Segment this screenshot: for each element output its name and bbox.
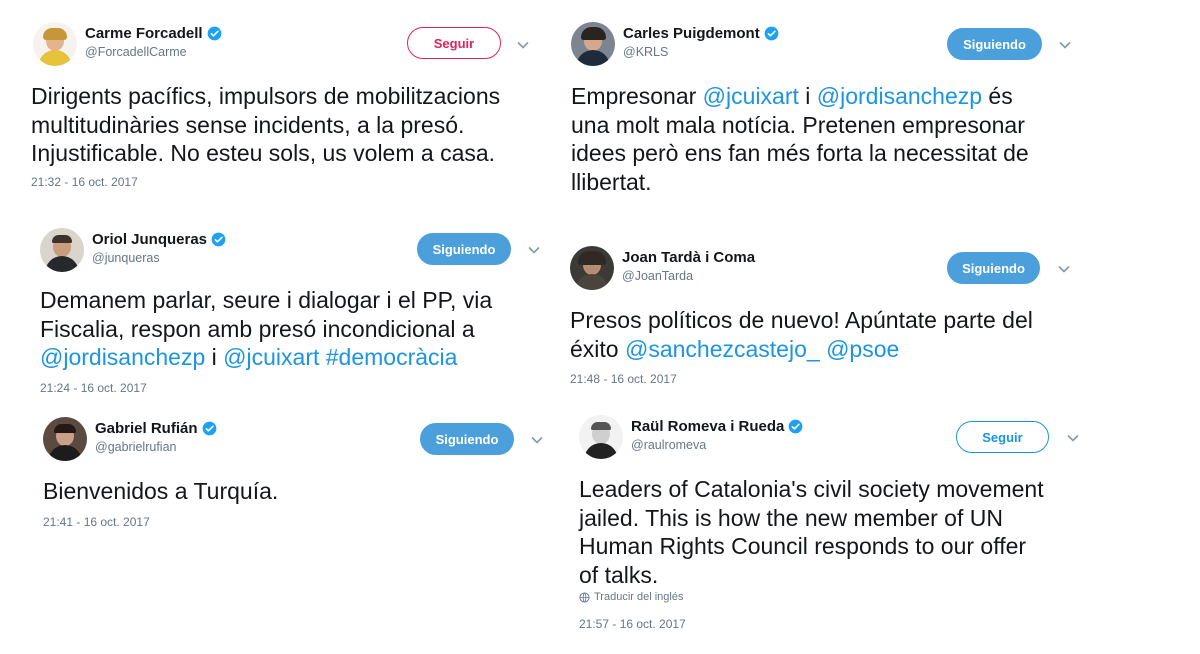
timestamp[interactable]: 21:32 - 16 oct. 2017 [31,175,138,189]
text-segment: of talks. [579,561,659,588]
tweet-carles-puigdemont: Carles Puigdemont @KRLS Siguiendo Empres… [571,22,1091,202]
hashtag-link[interactable]: #democràcia [326,344,458,370]
following-button[interactable]: Siguiendo [947,28,1042,60]
text-segment: Leaders of Catalonia's civil society mov… [579,476,1044,502]
text-segment: llibertat. [571,168,652,195]
mention-link[interactable]: @jcuixart [703,83,799,109]
text-segment: i [798,83,817,109]
mention-link[interactable]: @jordisanchezp [40,344,205,370]
author-name[interactable]: Gabriel Rufián [95,420,198,437]
author-handle[interactable]: @JoanTarda [622,269,693,283]
following-button[interactable]: Siguiendo [417,233,511,265]
text-segment: Bienvenidos a Turquía. [43,478,279,504]
tweet-text: Bienvenidos a Turquía. [43,477,278,506]
author-name[interactable]: Carles Puigdemont [623,25,760,42]
following-button[interactable]: Siguiendo [947,252,1040,284]
avatar[interactable] [40,228,84,272]
avatar[interactable] [571,22,615,66]
tweet-oriol-junqueras: Oriol Junqueras @junqueras Siguiendo Dem… [40,228,550,398]
author-handle[interactable]: @gabrielrufian [95,440,176,454]
tweet-text-line: Leaders of Catalonia's civil society mov… [579,475,1044,504]
text-segment: jailed. This is how the new member of UN [579,504,1003,531]
author-handle[interactable]: @junqueras [92,251,160,265]
text-segment: éxito [570,335,625,362]
chevron-down-icon[interactable] [1058,38,1072,52]
author-handle[interactable]: @ForcadellCarme [85,45,187,59]
tweet-text-line: @jordisanchezp i @jcuixart #democràcia [40,343,492,372]
tweet-text: Dirigents pacífics, impulsors de mobilit… [31,82,500,168]
tweet-text-line: of talks. [579,561,1044,590]
text-segment: Demanem parlar, seure i dialogar i el PP… [40,287,493,313]
mention-link[interactable]: @sanchezcastejo_ [625,336,820,362]
tweet-text-line: idees però ens fan més forta la necessit… [571,139,1029,168]
avatar[interactable] [579,415,623,459]
text-segment: Dirigents pacífics, impulsors de mobilit… [31,83,501,109]
author-handle[interactable]: @raulromeva [631,438,706,452]
timestamp[interactable]: 21:48 - 16 oct. 2017 [570,372,677,386]
tweet-text-line: Bienvenidos a Turquía. [43,477,278,506]
author-handle[interactable]: @KRLS [623,45,668,59]
text-segment: idees però ens fan més forta la necessit… [571,140,1029,166]
text-segment: una molt mala notícia. Pretenen empreson… [571,111,1025,138]
verified-badge-icon [202,421,216,436]
tweet-text: Leaders of Catalonia's civil society mov… [579,475,1044,589]
verified-badge-icon [207,26,221,41]
author-name[interactable]: Raül Romeva i Rueda [631,418,784,435]
author-name[interactable]: Joan Tardà i Coma [622,249,755,266]
author-name[interactable]: Oriol Junqueras [92,231,207,248]
translate-label: Traducir del inglés [594,591,684,603]
follow-button[interactable]: Seguir [407,27,501,59]
tweet-text-line: Fiscalia, respon amb presó incondicional… [40,315,492,344]
tweet-text-line: éxito @sanchezcastejo_ @psoe [570,335,1033,364]
tweet-text-line: multitudinàries sense incidents, a la pr… [31,111,500,140]
chevron-down-icon[interactable] [527,243,541,257]
tweet-text: Presos políticos de nuevo! Apúntate part… [570,306,1033,363]
verified-badge-icon [211,232,226,247]
author-name[interactable]: Carme Forcadell [85,25,203,42]
tweet-text-line: una molt mala notícia. Pretenen empreson… [571,111,1029,140]
verified-badge-icon [764,26,779,41]
timestamp[interactable]: 21:57 - 16 oct. 2017 [579,617,686,631]
tweet-raul-romeva: Raül Romeva i Rueda @raulromeva Seguir L… [579,415,1089,645]
following-button[interactable]: Siguiendo [420,423,514,455]
text-segment: i [205,344,224,370]
chevron-down-icon[interactable] [530,433,544,447]
mention-link[interactable]: @psoe [826,336,899,362]
tweet-gabriel-rufian: Gabriel Rufián @gabrielrufian Siguiendo … [43,417,553,537]
timestamp[interactable]: 21:41 - 16 oct. 2017 [43,515,150,529]
tweet-text-line: Presos políticos de nuevo! Apúntate part… [570,306,1033,335]
translate-link[interactable]: Traducir del inglés [579,591,683,603]
tweet-text: Demanem parlar, seure i dialogar i el PP… [40,286,492,372]
text-segment: Injustificable. No esteu sols, us volem … [31,140,496,166]
text-segment: Fiscalia, respon amb presó incondicional… [40,315,475,342]
timestamp[interactable]: 21:24 - 16 oct. 2017 [40,381,147,395]
tweet-carme-forcadell: Carme Forcadell @ForcadellCarme Seguir D… [31,22,543,202]
tweet-text-line: Demanem parlar, seure i dialogar i el PP… [40,286,492,315]
tweet-text: Empresonar @jcuixart i @jordisanchezp és… [571,82,1029,196]
text-segment: Human Rights Council responds to our off… [579,533,1027,559]
chevron-down-icon[interactable] [1066,431,1080,445]
chevron-down-icon[interactable] [516,38,530,52]
mention-link[interactable]: @jordisanchezp [817,83,982,109]
text-segment: és [982,83,1013,109]
tweet-joan-tarda: Joan Tardà i Coma @JoanTarda Siguiendo P… [570,246,1090,396]
avatar[interactable] [570,246,614,290]
chevron-down-icon[interactable] [1057,262,1071,276]
tweet-text-line: llibertat. [571,168,1029,197]
tweet-text-line: Human Rights Council responds to our off… [579,532,1044,561]
tweet-text-line: Dirigents pacífics, impulsors de mobilit… [31,82,500,111]
text-segment: Presos políticos de nuevo! Apúntate part… [570,307,1033,333]
tweet-text-line: jailed. This is how the new member of UN [579,504,1044,533]
text-segment: Empresonar [571,83,703,109]
text-segment: multitudinàries sense incidents, a la pr… [31,111,465,138]
mention-link[interactable]: @jcuixart [223,344,319,370]
tweet-text-line: Empresonar @jcuixart i @jordisanchezp és [571,82,1029,111]
avatar[interactable] [43,417,87,461]
follow-button[interactable]: Seguir [956,421,1049,453]
tweet-text-line: Injustificable. No esteu sols, us volem … [31,139,500,168]
globe-icon [579,591,590,603]
avatar[interactable] [33,22,77,66]
verified-badge-icon [789,419,803,434]
